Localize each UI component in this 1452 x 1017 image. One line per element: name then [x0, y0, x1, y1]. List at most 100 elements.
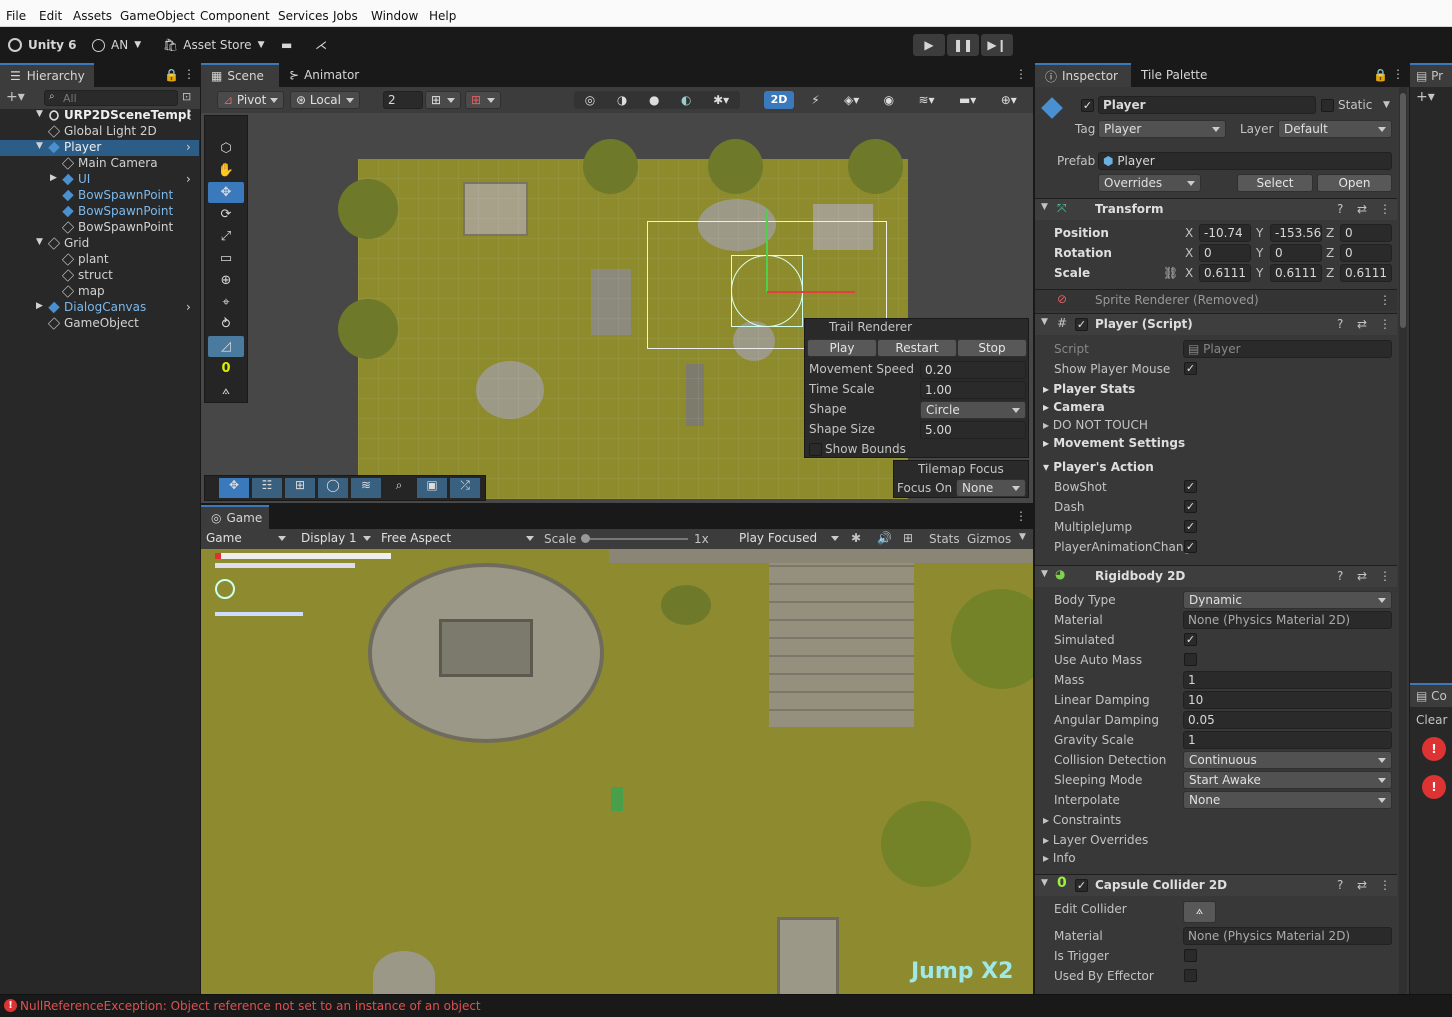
chevron-down-icon[interactable]: ▼ [1019, 532, 1026, 542]
preset-icon[interactable]: ⇄ [1357, 317, 1367, 331]
constraints-foldout[interactable]: ▸ Constraints [1043, 813, 1121, 827]
do-not-touch-foldout[interactable]: ▸ DO NOT TOUCH [1043, 418, 1148, 432]
more-icon[interactable]: ⋮ [1379, 878, 1391, 892]
move-tool-icon[interactable]: ✥ [208, 182, 244, 203]
menu-gameobject[interactable]: GameObject [120, 9, 195, 23]
more-icon[interactable]: ⋮ [183, 67, 195, 81]
hierarchy-search-input[interactable]: ⌕ All [44, 90, 178, 106]
grid-size-input[interactable]: 2 [383, 91, 423, 109]
capsule-material-field[interactable]: None (Physics Material 2D) [1183, 927, 1392, 945]
pivot-dropdown[interactable]: ⊿ Pivot [217, 91, 284, 109]
shape-size-input[interactable]: 5.00 [920, 421, 1026, 439]
action-checkbox[interactable]: ✓ [1184, 480, 1197, 493]
rigidbody-gravity-scale-input[interactable]: 1 [1183, 731, 1392, 749]
capsule-enabled-checkbox[interactable]: ✓ [1075, 879, 1088, 892]
scale-z-input[interactable]: 0.6111 [1340, 264, 1392, 282]
scrollbar-thumb[interactable] [1400, 93, 1406, 328]
preset-icon[interactable]: ⇄ [1357, 202, 1367, 216]
preset-icon[interactable]: ⇄ [1357, 878, 1367, 892]
lighting-toggle-icon[interactable]: ⚡ [811, 93, 819, 107]
position-x-input[interactable]: -10.74 [1199, 224, 1251, 242]
chevron-right-icon[interactable]: › [186, 140, 191, 154]
help-icon[interactable]: ? [1337, 202, 1343, 216]
axis-label[interactable]: X [1185, 226, 1193, 240]
hierarchy-item[interactable]: BowSpawnPoint [0, 188, 199, 204]
movement-settings-foldout[interactable]: ▸ Movement Settings [1043, 436, 1185, 450]
more-icon[interactable]: ⋮ [1379, 293, 1391, 307]
time-scale-input[interactable]: 1.00 [920, 381, 1026, 399]
menu-component[interactable]: Component [200, 9, 270, 23]
rotation-x-input[interactable]: 0 [1199, 244, 1251, 262]
layer-dropdown[interactable]: Default [1278, 120, 1392, 138]
hierarchy-item[interactable]: ▼ Player › [0, 140, 199, 156]
grid-visibility-dropdown[interactable]: ⊞ [465, 91, 501, 109]
menu-jobs[interactable]: Jobs [333, 9, 358, 23]
capsule-collider-header[interactable]: ▼ 0 ✓ Capsule Collider 2D ? ⇄ ⋮ [1035, 874, 1397, 896]
more-icon[interactable]: ⋮ [1015, 67, 1027, 81]
aspect-dropdown[interactable]: Free Aspect [376, 530, 539, 548]
select-button[interactable]: Select [1237, 174, 1313, 192]
camera-icon[interactable]: ▣ [417, 478, 447, 498]
object-name-input[interactable]: Player [1098, 96, 1316, 114]
tab-scene[interactable]: ▦ Scene [201, 63, 279, 87]
rotation-y-input[interactable]: 0 [1270, 244, 1322, 262]
expand-arrow-icon[interactable]: ▼ [36, 141, 43, 151]
play-button[interactable]: ▶ [913, 34, 945, 56]
player-stats-foldout[interactable]: ▸ Player Stats [1043, 382, 1135, 396]
rigidbody-body-type-dropdown[interactable]: Dynamic [1183, 591, 1392, 609]
expand-arrow-icon[interactable]: ▼ [36, 109, 43, 119]
wireframe-icon[interactable]: ◎ [585, 93, 595, 107]
more-icon[interactable]: ⋮ [1379, 317, 1391, 331]
search-icon[interactable]: ⌕ [384, 478, 414, 498]
package-icon[interactable]: ▬ [281, 34, 292, 56]
gizmos-icon[interactable]: ⊕▾ [1001, 93, 1017, 107]
edit-collider-button[interactable]: ⟑ [1183, 901, 1216, 923]
axis-label[interactable]: Y [1256, 246, 1263, 260]
chevron-right-icon[interactable]: › [186, 172, 191, 186]
constrain-proportions-icon[interactable]: ⛓ [1163, 266, 1178, 280]
hierarchy-item[interactable]: ▶ UI › [0, 172, 199, 188]
rigidbody-material-input[interactable]: None (Physics Material 2D) [1183, 611, 1392, 629]
hand-tool-icon[interactable]: ✋ [208, 160, 244, 181]
camera-foldout[interactable]: ▸ Camera [1043, 400, 1105, 414]
more-icon[interactable]: ⋮ [1015, 509, 1027, 523]
transform-tool-icon[interactable]: ⊕ [208, 270, 244, 291]
static-checkbox[interactable] [1321, 99, 1334, 112]
axis-label[interactable]: Y [1256, 226, 1263, 240]
sprite-renderer-header[interactable]: ⊘ Sprite Renderer (Removed) ⋮ [1035, 289, 1397, 311]
action-checkbox[interactable]: ✓ [1184, 540, 1197, 553]
menu-services[interactable]: Services [278, 9, 329, 23]
trail-tool-icon[interactable]: ⥁ [208, 314, 244, 335]
tag-dropdown[interactable]: Player [1098, 120, 1226, 138]
tab-inspector[interactable]: ⓘ Inspector [1035, 63, 1131, 87]
more-icon[interactable]: ⋮ [184, 108, 196, 122]
players-action-foldout[interactable]: ▾ Player's Action [1043, 460, 1154, 474]
shaded-icon[interactable]: ● [649, 93, 659, 107]
transform-header[interactable]: ▼ ⤧ Transform ? ⇄ ⋮ [1035, 198, 1397, 220]
visibility-icon[interactable]: ◉ [884, 93, 894, 107]
layers-icon[interactable]: ≋ [351, 478, 381, 498]
active-checkbox[interactable]: ✓ [1081, 99, 1094, 112]
rigidbody-header[interactable]: ▼ ◕ Rigidbody 2D ? ⇄ ⋮ [1035, 565, 1397, 587]
menu-edit[interactable]: Edit [39, 9, 62, 23]
display-dropdown[interactable]: Display 1 [296, 530, 376, 548]
more-icon[interactable]: ⋮ [1379, 569, 1391, 583]
hierarchy-item[interactable]: Global Light 2D [0, 124, 199, 140]
more-icon[interactable]: ⋮ [1392, 67, 1404, 81]
asset-store-button[interactable]: 🛍 Asset Store ▼ [163, 34, 265, 56]
shuffle-icon[interactable]: ⤮ [450, 478, 480, 498]
y-axis-handle[interactable] [766, 209, 768, 293]
menu-help[interactable]: Help [429, 9, 456, 23]
chevron-down-icon[interactable]: ▼ [1383, 100, 1390, 110]
add-icon[interactable]: +▾ [1416, 89, 1435, 105]
rigidbody-mass-input[interactable]: 1 [1183, 671, 1392, 689]
status-bar[interactable]: ! NullReferenceException: Object referen… [0, 994, 1452, 1017]
stats-toggle[interactable]: Stats [929, 532, 960, 546]
debug-icon[interactable]: ✱▾ [713, 93, 729, 107]
rigidbody-sleeping-mode-dropdown[interactable]: Start Awake [1183, 771, 1392, 789]
menu-assets[interactable]: Assets [73, 9, 112, 23]
preset-icon[interactable]: ⇄ [1357, 569, 1367, 583]
hierarchy-item[interactable]: map [0, 284, 199, 300]
shaded-wire-icon[interactable]: ◑ [617, 93, 627, 107]
trail-play-button[interactable]: Play [807, 339, 877, 357]
